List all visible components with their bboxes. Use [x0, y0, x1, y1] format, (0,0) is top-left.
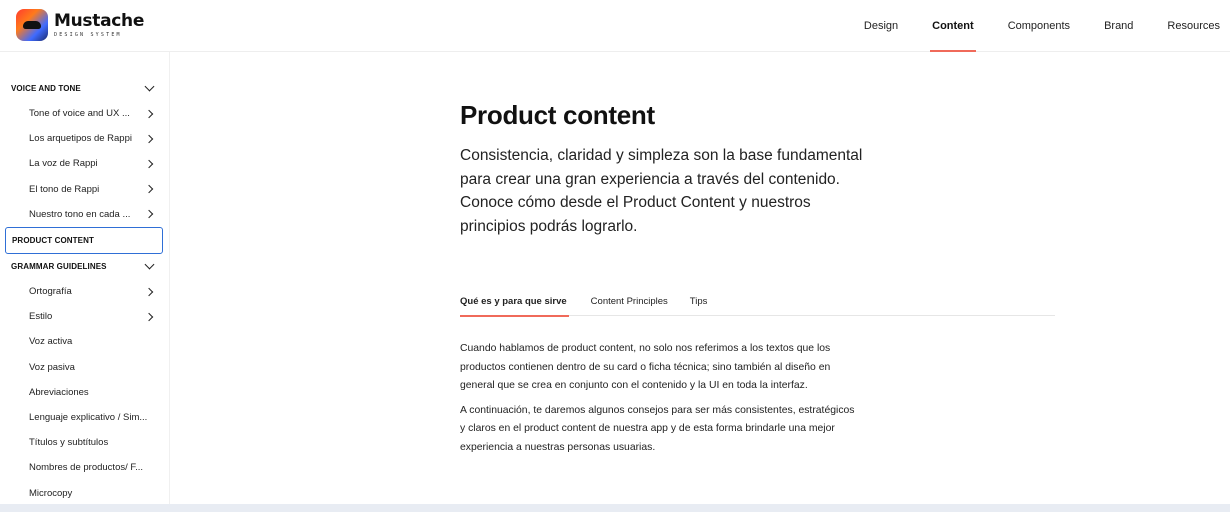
- content-tabs: Qué es y para que sirve Content Principl…: [460, 286, 1055, 317]
- sidebar-item-label: Abreviaciones: [29, 386, 89, 398]
- tab-panel: Cuando hablamos de product content, no s…: [460, 340, 860, 463]
- sidebar-item-ortografia[interactable]: Ortografía: [0, 279, 169, 304]
- sidebar-section-label: PRODUCT CONTENT: [12, 235, 94, 245]
- sidebar-item-label: La voz de Rappi: [29, 158, 98, 170]
- sidebar-item-label: Títulos y subtítulos: [29, 437, 109, 449]
- sidebar-item-el-tono[interactable]: El tono de Rappi: [0, 177, 169, 202]
- sidebar-item-la-voz[interactable]: La voz de Rappi: [0, 151, 169, 176]
- chevron-right-icon: [144, 109, 154, 118]
- sidebar-item-titulos[interactable]: Títulos y subtítulos: [0, 430, 169, 455]
- nav-components[interactable]: Components: [1008, 0, 1070, 52]
- tab-content-principles[interactable]: Content Principles: [591, 286, 668, 316]
- chevron-right-icon: [144, 210, 154, 219]
- bottom-bar: [0, 504, 1230, 512]
- sidebar-section-grammar-guidelines[interactable]: GRAMMAR GUIDELINES: [0, 254, 169, 279]
- sidebar-item-label: Lenguaje explicativo / Sim...: [29, 411, 148, 423]
- brand-name: Mustache: [54, 10, 145, 31]
- sidebar-item-label: Voz activa: [29, 336, 73, 348]
- sidebar-item-label: Voz pasiva: [29, 361, 75, 373]
- brand-subtitle: DESIGN SYSTEM: [54, 31, 122, 38]
- sidebar-item-label: Tone of voice and UX ...: [29, 108, 130, 120]
- sidebar-item-microcopy[interactable]: Microcopy: [0, 480, 169, 505]
- sidebar-section-product-content[interactable]: PRODUCT CONTENT: [5, 226, 163, 254]
- sidebar-item-estilo[interactable]: Estilo: [0, 304, 169, 329]
- chevron-right-icon: [144, 159, 154, 169]
- intro-paragraph: Consistencia, claridad y simpleza son la…: [460, 147, 863, 188]
- sidebar-item-abreviaciones[interactable]: Abreviaciones: [0, 380, 169, 405]
- chevron-down-icon: [144, 259, 155, 270]
- intro-text: Consistencia, claridad y simpleza son la…: [460, 144, 880, 238]
- top-header: Mustache DESIGN SYSTEM Design Content Co…: [0, 0, 1230, 52]
- sidebar-item-nombres-productos[interactable]: Nombres de productos/ F...: [0, 455, 169, 480]
- page-title: Product content: [460, 100, 655, 130]
- sidebar-item-label: Nuestro tono en cada ...: [29, 208, 131, 220]
- nav-design[interactable]: Design: [864, 0, 898, 52]
- sidebar-item-tone-of-voice[interactable]: Tone of voice and UX ...: [0, 101, 169, 126]
- chevron-right-icon: [144, 134, 154, 144]
- nav-content[interactable]: Content: [930, 0, 976, 52]
- sidebar-item-voz-activa[interactable]: Voz activa: [0, 329, 169, 354]
- sidebar-section-label: GRAMMAR GUIDELINES: [11, 261, 107, 271]
- sidebar-section-label: VOICE AND TONE: [11, 84, 81, 93]
- chevron-right-icon: [144, 312, 154, 321]
- sidebar-item-label: Microcopy: [29, 487, 73, 499]
- brand-wordmark: Mustache DESIGN SYSTEM: [54, 10, 145, 38]
- body-paragraph: A continuación, te daremos algunos conse…: [460, 404, 855, 453]
- sidebar-item-arquetipos[interactable]: Los arquetipos de Rappi: [0, 126, 169, 151]
- sidebar-item-label: Los arquetipos de Rappi: [29, 133, 132, 145]
- sidebar-item-label: El tono de Rappi: [29, 183, 100, 195]
- nav-brand[interactable]: Brand: [1104, 0, 1133, 52]
- sidebar-item-label: Estilo: [29, 311, 53, 323]
- top-navigation: Design Content Components Brand Resource…: [830, 0, 1220, 52]
- sidebar-item-lenguaje-explicativo[interactable]: Lenguaje explicativo / Sim...: [0, 405, 169, 430]
- sidebar-item-nuestro-tono[interactable]: Nuestro tono en cada ...: [0, 202, 169, 227]
- sidebar: VOICE AND TONE Tone of voice and UX ... …: [0, 52, 170, 504]
- chevron-right-icon: [144, 184, 154, 194]
- sidebar-section-voice-and-tone[interactable]: VOICE AND TONE: [0, 76, 169, 101]
- tab-que-es[interactable]: Qué es y para que sirve: [460, 286, 569, 317]
- mustache-logo-icon: [16, 9, 48, 41]
- chevron-right-icon: [144, 287, 154, 296]
- sidebar-item-label: Nombres de productos/ F...: [29, 462, 144, 474]
- nav-resources[interactable]: Resources: [1167, 0, 1220, 52]
- brand-logo[interactable]: Mustache DESIGN SYSTEM: [16, 9, 144, 41]
- sidebar-item-voz-pasiva[interactable]: Voz pasiva: [0, 355, 169, 380]
- chevron-down-icon: [144, 81, 155, 92]
- intro-paragraph: Conoce cómo desde el Product Content y n…: [460, 194, 811, 235]
- body-paragraph: Cuando hablamos de product content, no s…: [460, 343, 831, 391]
- tab-tips[interactable]: Tips: [690, 286, 708, 316]
- sidebar-item-label: Ortografía: [29, 286, 72, 298]
